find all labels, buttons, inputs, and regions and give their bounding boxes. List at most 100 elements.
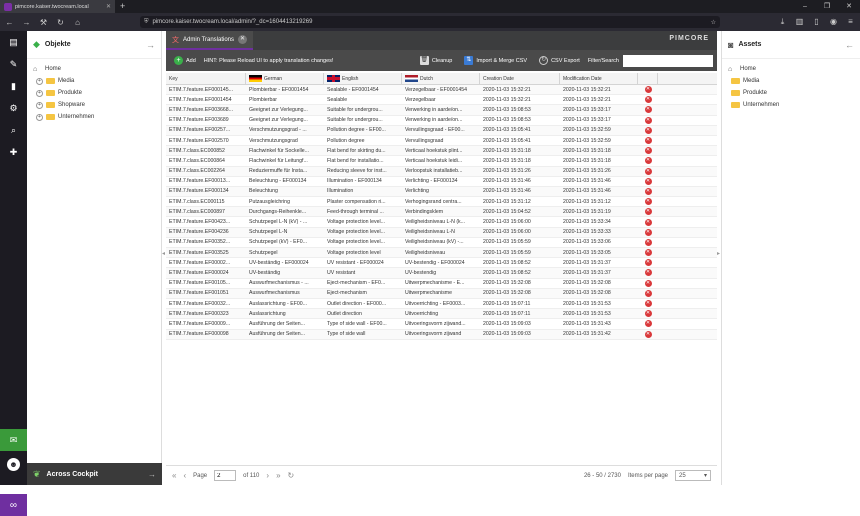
cell-modification-date[interactable]: 2020-11-03 15:33:06 <box>560 238 638 247</box>
tree-item-media[interactable]: Media <box>728 75 854 87</box>
cell-creation-date[interactable]: 2020-11-03 15:31:26 <box>480 167 560 176</box>
cell-english[interactable]: Illumination - EF000134 <box>324 177 402 186</box>
cell-english[interactable]: Eject-mechanism <box>324 289 402 298</box>
table-row[interactable]: ETIM.7.feature.EF00009... Ausführung der … <box>166 319 717 330</box>
cell-key[interactable]: ETIM.7.feature.EF00352... <box>166 238 246 247</box>
cell-german[interactable]: Flachwinkel für Sockelle... <box>246 146 324 155</box>
download-icon[interactable]: ⤓ <box>777 16 788 27</box>
tree-item-home[interactable]: ⌂ Home <box>33 63 155 75</box>
cell-german[interactable]: Auswurfmechanismus <box>246 289 324 298</box>
cell-dutch[interactable]: Verbindingsklem <box>402 207 480 216</box>
cell-key[interactable]: ETIM.7.class.EC000864 <box>166 156 246 165</box>
expand-icon[interactable]: + <box>36 101 43 109</box>
cell-modification-date[interactable]: 2020-11-03 15:31:43 <box>560 319 638 328</box>
cell-modification-date[interactable]: 2020-11-03 15:31:37 <box>560 268 638 277</box>
expand-arrow-icon[interactable]: → <box>148 470 156 479</box>
cell-key[interactable]: ETIM.7.feature.EF000323 <box>166 309 246 318</box>
cell-german[interactable]: Schutzpegel (kV) - EF0... <box>246 238 324 247</box>
cell-english[interactable]: Pollution degree - EF00... <box>324 126 402 135</box>
cell-modification-date[interactable]: 2020-11-03 15:33:33 <box>560 228 638 237</box>
cleanup-button[interactable]: 🗑 Cleanup <box>416 53 457 68</box>
cell-modification-date[interactable]: 2020-11-03 15:31:46 <box>560 187 638 196</box>
cell-german[interactable]: Auslassrichtung <box>246 309 324 318</box>
cell-modification-date[interactable]: 2020-11-03 15:31:53 <box>560 309 638 318</box>
cell-key[interactable]: ETIM.7.feature.EF00009... <box>166 319 246 328</box>
cell-creation-date[interactable]: 2020-11-03 15:07:11 <box>480 299 560 308</box>
collapse-arrow-icon[interactable]: → <box>146 40 155 50</box>
column-german[interactable]: German <box>246 73 324 84</box>
cell-english[interactable]: Type of side wall - EF00... <box>324 319 402 328</box>
table-row[interactable]: ETIM.7.class.EC002264 Reduziermuffe für I… <box>166 166 717 177</box>
cell-german[interactable]: Geeignet zur Verlegung... <box>246 105 324 114</box>
add-button[interactable]: + Add <box>170 53 200 68</box>
cell-english[interactable]: Voltage protection level... <box>324 238 402 247</box>
tree-item-shopware[interactable]: + Shopware <box>33 99 155 111</box>
cell-key[interactable]: ETIM.7.feature.EF00002... <box>166 258 246 267</box>
cell-creation-date[interactable]: 2020-11-03 15:06:00 <box>480 228 560 237</box>
cell-english[interactable]: Flat bend for installatio... <box>324 156 402 165</box>
table-row[interactable]: ETIM.7.feature.EF003668... Geeignet zur V… <box>166 105 717 116</box>
cell-english[interactable]: Reducing sleeve for inst... <box>324 167 402 176</box>
new-tab-icon[interactable]: + <box>120 0 125 13</box>
browser-tab[interactable]: pimcore.kaiser.twocream.local ✕ <box>0 0 115 13</box>
column-modification-date[interactable]: Modification Date <box>560 73 638 84</box>
cell-dutch[interactable]: Verwerking in aarde/on... <box>402 105 480 114</box>
cell-creation-date[interactable]: 2020-11-03 15:31:46 <box>480 177 560 186</box>
cell-dutch[interactable]: Verticaal hoekstuk plint... <box>402 146 480 155</box>
pimcore-logo-icon[interactable]: ∞ <box>0 494 27 516</box>
cell-dutch[interactable]: Uitvoeringsvorm zijwand... <box>402 319 480 328</box>
filter-search-input[interactable] <box>623 54 713 67</box>
cell-modification-date[interactable]: 2020-11-03 15:31:19 <box>560 207 638 216</box>
expand-icon[interactable]: + <box>36 77 43 85</box>
cell-creation-date[interactable]: 2020-11-03 15:31:18 <box>480 156 560 165</box>
cell-english[interactable]: Sealable - EF0001454 <box>324 85 402 94</box>
cell-german[interactable]: Plombierbar - EF0001454 <box>246 85 324 94</box>
cell-dutch[interactable]: UV-bestendig <box>402 268 480 277</box>
delete-icon[interactable]: ✕ <box>644 96 652 104</box>
notifications-icon[interactable]: ✉ <box>0 429 27 451</box>
table-row[interactable]: ETIM.7.feature.EF00002... UV-beständig - … <box>166 258 717 269</box>
close-tab-icon[interactable]: ✕ <box>238 35 248 44</box>
cell-dutch[interactable]: Verzegelbaar <box>402 95 480 104</box>
delete-icon[interactable]: ✕ <box>644 218 652 226</box>
cell-modification-date[interactable]: 2020-11-03 15:31:42 <box>560 330 638 339</box>
minimize-icon[interactable]: – <box>794 0 816 13</box>
table-row[interactable]: ETIM.7.class.EC000897 Durchgangs-Reihenkl… <box>166 207 717 218</box>
file-icon[interactable]: ▤ <box>0 31 27 53</box>
cell-german[interactable]: Schutzpegel L-N (kV) - ... <box>246 217 324 226</box>
cell-dutch[interactable]: Veiligheidsniveau (kV) -... <box>402 238 480 247</box>
cell-key[interactable]: ETIM.7.feature.EF000145... <box>166 85 246 94</box>
cell-dutch[interactable]: Verlichting - EF000134 <box>402 177 480 186</box>
cell-german[interactable]: Ausführung der Seiten... <box>246 319 324 328</box>
table-row[interactable]: ETIM.7.feature.EF000134 Beleuchtung Illumi… <box>166 186 717 198</box>
table-row[interactable]: ETIM.7.feature.EF00013... Beleuchtung - E… <box>166 177 717 187</box>
cell-english[interactable]: Sealable <box>324 95 402 104</box>
tree-item-produkte[interactable]: Produkte <box>728 87 854 99</box>
url-bar[interactable]: ⛨ pimcore.kaiser.twocream.local/admin/?_… <box>140 16 720 28</box>
cell-creation-date[interactable]: 2020-11-03 15:32:08 <box>480 289 560 298</box>
table-row[interactable]: ETIM.7.feature.EF00032... Auslassrichtung… <box>166 299 717 310</box>
refresh-icon[interactable]: ↻ <box>288 471 295 480</box>
cell-modification-date[interactable]: 2020-11-03 15:32:08 <box>560 279 638 288</box>
cell-english[interactable]: Type of side wall <box>324 330 402 339</box>
delete-icon[interactable]: ✕ <box>644 198 652 206</box>
table-row[interactable]: ETIM.7.feature.EF00257... Verschmutzungsg… <box>166 125 717 136</box>
cell-dutch[interactable]: UV-bestendig - EF000024 <box>402 258 480 267</box>
cell-german[interactable]: Verschmutzungsgrad <box>246 136 324 145</box>
items-per-page-select[interactable]: 25 ▾ <box>675 470 711 481</box>
cell-creation-date[interactable]: 2020-11-03 15:05:59 <box>480 238 560 247</box>
settings-icon[interactable]: ⚙ <box>0 97 27 119</box>
cell-creation-date[interactable]: 2020-11-03 15:32:08 <box>480 279 560 288</box>
cell-key[interactable]: ETIM.7.feature.EF002570 <box>166 136 246 145</box>
cell-german[interactable]: Verschmutzungsgrad - ... <box>246 126 324 135</box>
cell-english[interactable]: Illumination <box>324 187 402 196</box>
cell-key[interactable]: ETIM.7.class.EC000897 <box>166 207 246 216</box>
cell-modification-date[interactable]: 2020-11-03 15:31:37 <box>560 258 638 267</box>
cell-english[interactable]: UV resistant - EF000024 <box>324 258 402 267</box>
cell-creation-date[interactable]: 2020-11-03 15:31:18 <box>480 146 560 155</box>
left-splitter-handle[interactable]: ◂ <box>162 250 165 257</box>
home-icon[interactable]: ⌂ <box>72 17 83 28</box>
tools-icon[interactable]: ⚒ <box>38 17 49 28</box>
forward-icon[interactable]: → <box>21 17 32 28</box>
cell-key[interactable]: ETIM.7.feature.EF003668... <box>166 105 246 114</box>
